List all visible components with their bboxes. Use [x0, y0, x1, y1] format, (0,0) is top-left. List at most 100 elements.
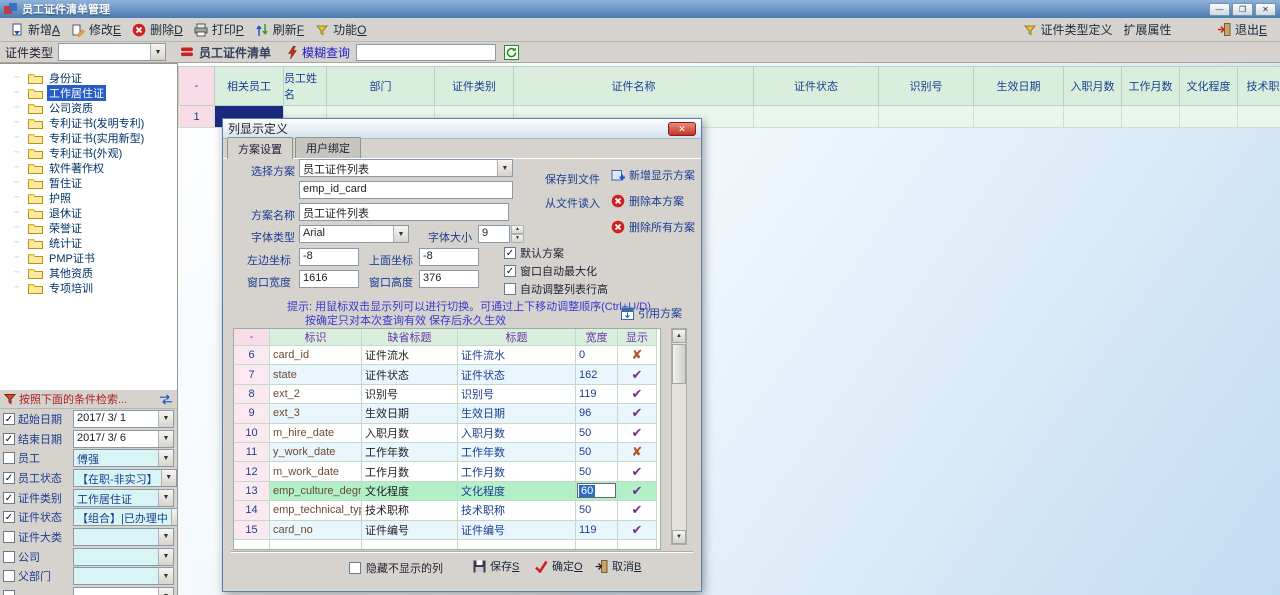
hide-columns-checkbox[interactable]: 隐藏不显示的列	[349, 560, 443, 576]
grid-cell[interactable]: ext_3	[270, 404, 362, 423]
chevron-down-icon[interactable]: ▼	[158, 588, 173, 595]
grid-cell[interactable]: 119	[576, 385, 618, 404]
grid-cell[interactable]: 工作年数	[458, 443, 576, 462]
filter-checkbox[interactable]: ✓	[3, 511, 15, 523]
filter-combo[interactable]: ▼	[73, 528, 174, 546]
grid-cell[interactable]: emp_technical_typ	[270, 501, 362, 520]
chevron-down-icon[interactable]: ▼	[158, 549, 173, 565]
tab-user-binding[interactable]: 用户绑定	[295, 137, 361, 158]
chevron-down-icon[interactable]: ▼	[150, 44, 165, 60]
grid-cell[interactable]: ✘	[618, 346, 657, 365]
filter-checkbox[interactable]: ✓	[3, 413, 15, 425]
grid-cell[interactable]: 识别号	[458, 385, 576, 404]
grid-cell[interactable]: 60	[576, 482, 618, 501]
save-to-file-link[interactable]: 保存到文件	[545, 171, 600, 187]
grid-cell[interactable]: 50	[576, 424, 618, 443]
grid-cell[interactable]: 12	[234, 462, 270, 481]
column-header-文化程度[interactable]: 文化程度	[1180, 66, 1238, 106]
grid-header-标题[interactable]: 标题	[458, 329, 576, 346]
exit-button[interactable]: 退出E	[1213, 19, 1274, 40]
scroll-up-icon[interactable]: ▲	[672, 329, 686, 343]
filter-checkbox[interactable]: ✓	[3, 472, 15, 484]
sidebar-item-专利证书(实用新型)[interactable]: ┄专利证书(实用新型)	[0, 130, 177, 145]
cancel-button[interactable]: 取消B	[595, 558, 641, 574]
swap-icon[interactable]	[159, 394, 173, 405]
table-cell[interactable]	[754, 106, 879, 128]
chevron-down-icon[interactable]: ▼	[393, 226, 408, 242]
grid-cell[interactable]: 96	[576, 404, 618, 423]
font-size-spinner[interactable]: ▲▼	[511, 225, 524, 243]
grid-row[interactable]: 11y_work_date工作年数工作年数50✘	[234, 443, 660, 462]
filter-combo[interactable]: 2017/ 3/ 1▼	[73, 410, 174, 428]
filter-combo[interactable]: 工作居住证▼	[73, 489, 174, 507]
chevron-down-icon[interactable]: ▼	[158, 529, 173, 545]
grid-cell[interactable]: y_work_date	[270, 443, 362, 462]
grid-cell[interactable]: ✔	[618, 365, 657, 384]
read-from-file-link[interactable]: 从文件读入	[545, 195, 600, 211]
search-refresh-icon[interactable]	[504, 45, 519, 60]
column-header-识别号[interactable]: 识别号	[879, 66, 974, 106]
grid-cell[interactable]: card_id	[270, 346, 362, 365]
maximize-button[interactable]: ❐	[1232, 3, 1253, 16]
window-height-field[interactable]: 376	[419, 270, 479, 288]
sidebar-item-暂住证[interactable]: ┄暂住证	[0, 175, 177, 190]
apply-plan-button[interactable]: 引用方案	[621, 305, 682, 321]
filter-combo[interactable]: 傅强▼	[73, 449, 174, 467]
grid-cell[interactable]: 10	[234, 424, 270, 443]
grid-cell[interactable]: 15	[234, 521, 270, 540]
grid-cell[interactable]: 证件编号	[458, 521, 576, 540]
column-header-入职月数[interactable]: 入职月数	[1064, 66, 1122, 106]
fuzzy-search-label[interactable]: 模糊查询	[302, 44, 350, 61]
sidebar-item-退休证[interactable]: ┄退休证	[0, 205, 177, 220]
chevron-down-icon[interactable]: ▼	[158, 568, 173, 584]
filter-combo[interactable]: 2017/ 3/ 6▼	[73, 430, 174, 448]
grid-cell[interactable]: 13	[234, 482, 270, 501]
grid-cell[interactable]: 入职月数	[458, 424, 576, 443]
left-coord-field[interactable]: -8	[299, 248, 359, 266]
width-edit-field[interactable]: 60	[577, 483, 616, 498]
grid-header-缺省标题[interactable]: 缺省标题	[362, 329, 458, 346]
grid-cell[interactable]: ✔	[618, 404, 657, 423]
grid-cell[interactable]: 11	[234, 443, 270, 462]
grid-cell[interactable]: 50	[576, 501, 618, 520]
grid-cell[interactable]: state	[270, 365, 362, 384]
grid-cell[interactable]: m_work_date	[270, 462, 362, 481]
plan-name-field[interactable]: 员工证件列表	[299, 203, 509, 221]
grid-cell[interactable]: 8	[234, 385, 270, 404]
grid-row[interactable]: 15card_no证件编号证件编号119✔	[234, 521, 660, 540]
column-header-证件名称[interactable]: 证件名称	[514, 66, 754, 106]
grid-row[interactable]: 13emp_culture_degr文化程度文化程度60✔	[234, 482, 660, 501]
cert-type-combo[interactable]: ▼	[58, 43, 166, 61]
column-header-生效日期[interactable]: 生效日期	[974, 66, 1064, 106]
cert-type-def-button[interactable]: 证件类型定义	[1019, 19, 1120, 40]
chevron-down-icon[interactable]: ▼	[161, 470, 176, 486]
sidebar-item-软件著作权[interactable]: ┄软件著作权	[0, 160, 177, 175]
grid-header-宽度[interactable]: 宽度	[576, 329, 618, 346]
sidebar-item-身份证[interactable]: ┄身份证	[0, 70, 177, 85]
grid-cell[interactable]: ✔	[618, 501, 657, 520]
sidebar-item-PMP证书[interactable]: ┄PMP证书	[0, 250, 177, 265]
ext-attr-button[interactable]: 扩展属性	[1120, 19, 1179, 40]
grid-cell[interactable]: ✔	[618, 385, 657, 404]
grid-row[interactable]: 7state证件状态证件状态162✔	[234, 365, 660, 384]
plan-id-field[interactable]: emp_id_card	[299, 181, 513, 199]
select-plan-combo[interactable]: 员工证件列表▼	[299, 159, 513, 177]
grid-row[interactable]: 9ext_3生效日期生效日期96✔	[234, 404, 660, 423]
grid-row[interactable]: 6card_id证件流水证件流水0✘	[234, 346, 660, 365]
column-header--[interactable]: -	[178, 66, 215, 106]
tab-plan-settings[interactable]: 方案设置	[227, 137, 293, 159]
table-cell[interactable]	[1122, 106, 1180, 128]
chevron-down-icon[interactable]: ▼	[158, 450, 173, 466]
grid-cell[interactable]: 证件流水	[362, 346, 458, 365]
grid-cell[interactable]: ext_2	[270, 385, 362, 404]
grid-cell[interactable]: 工作月数	[362, 462, 458, 481]
minimize-button[interactable]: —	[1209, 3, 1230, 16]
grid-cell[interactable]: ✔	[618, 482, 657, 501]
grid-row[interactable]: 8ext_2识别号识别号119✔	[234, 385, 660, 404]
sidebar-item-专利证书(外观)[interactable]: ┄专利证书(外观)	[0, 145, 177, 160]
table-cell[interactable]	[1064, 106, 1122, 128]
grid-cell[interactable]: 技术职称	[458, 501, 576, 520]
chevron-down-icon[interactable]: ▼	[158, 490, 173, 506]
table-cell[interactable]	[974, 106, 1064, 128]
column-header-工作月数[interactable]: 工作月数	[1122, 66, 1180, 106]
